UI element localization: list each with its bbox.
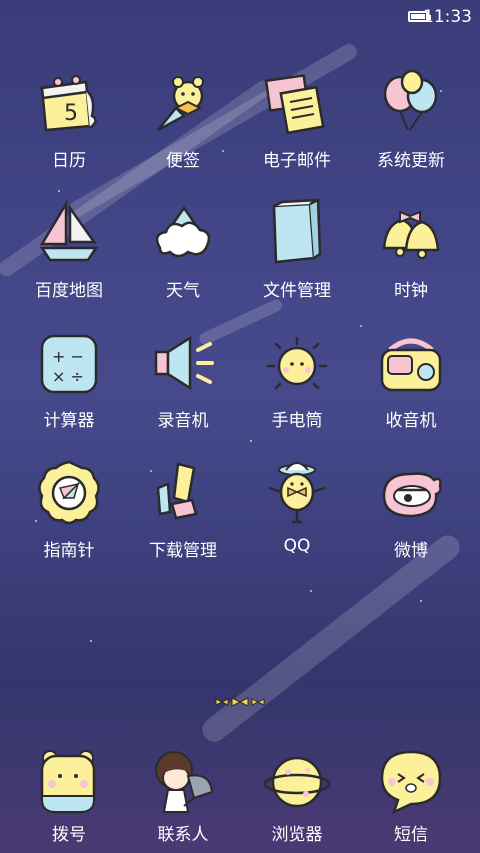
app-label: 文件管理	[263, 281, 331, 301]
app-label: 日历	[52, 151, 86, 171]
dock: 拨号 联系人 浏览器 短信	[12, 738, 468, 848]
app-label: 时钟	[394, 281, 428, 301]
svg-text:+ −: + −	[52, 347, 84, 366]
app-calendar[interactable]: 5 日历	[12, 58, 126, 188]
sailboat-icon	[39, 199, 99, 262]
chat-bubble-icon	[380, 750, 442, 815]
app-qq[interactable]: QQ	[240, 448, 354, 578]
cloud-icon	[155, 205, 211, 258]
app-label: 指南针	[43, 541, 95, 561]
app-baidu-map[interactable]: 百度地图	[12, 188, 126, 318]
app-browser[interactable]: 浏览器	[240, 738, 354, 848]
star	[310, 590, 312, 592]
calendar-icon: 5	[40, 75, 97, 132]
calculator-icon: + − × ÷	[40, 334, 98, 394]
app-weibo[interactable]: 微博	[354, 448, 468, 578]
calendar-day: 5	[64, 101, 78, 126]
star	[90, 640, 92, 642]
sun-icon	[266, 336, 328, 390]
bell-icon	[382, 210, 440, 259]
svg-text:× ÷: × ÷	[52, 367, 84, 386]
app-label: 拨号	[52, 825, 86, 845]
app-label: 百度地图	[35, 281, 103, 301]
email-icon	[264, 74, 325, 135]
app-file-manager[interactable]: 文件管理	[240, 188, 354, 318]
qq-icon	[268, 462, 326, 524]
notes-icon	[157, 76, 204, 132]
balloons-icon	[383, 69, 438, 131]
planet-icon	[263, 756, 331, 808]
app-label: 微博	[394, 541, 428, 561]
app-label: 系统更新	[377, 151, 445, 171]
app-label: 短信	[394, 825, 428, 845]
status-bar: 11:33	[0, 0, 480, 36]
star	[420, 600, 422, 602]
app-compass[interactable]: 指南针	[12, 448, 126, 578]
app-download-manager[interactable]: 下载管理	[126, 448, 240, 578]
app-label: 手电筒	[271, 411, 323, 431]
app-recorder[interactable]: 录音机	[126, 318, 240, 448]
app-radio[interactable]: 收音机	[354, 318, 468, 448]
app-label: 电子邮件	[263, 151, 331, 171]
app-label: 下载管理	[149, 541, 217, 561]
speaker-icon	[154, 335, 214, 391]
app-label: 录音机	[157, 411, 209, 431]
girl-contacts-icon	[155, 751, 214, 813]
weibo-icon	[382, 472, 442, 518]
download-icon	[156, 462, 198, 520]
app-label: 收音机	[385, 411, 437, 431]
compass-icon	[38, 460, 100, 525]
app-label: 浏览器	[271, 825, 323, 845]
page-indicator[interactable]	[214, 694, 266, 708]
app-label: 便签	[166, 151, 200, 171]
page-dot	[251, 698, 265, 706]
app-dialer[interactable]: 拨号	[12, 738, 126, 848]
app-system-update[interactable]: 系统更新	[354, 58, 468, 188]
app-label: QQ	[283, 536, 311, 556]
app-label: 天气	[166, 281, 200, 301]
status-time: 11:33	[423, 7, 472, 27]
page-dot-active	[231, 697, 249, 707]
app-clock[interactable]: 时钟	[354, 188, 468, 318]
app-email[interactable]: 电子邮件	[240, 58, 354, 188]
app-label: 联系人	[157, 825, 209, 845]
app-messages[interactable]: 短信	[354, 738, 468, 848]
app-flashlight[interactable]: 手电筒	[240, 318, 354, 448]
folder-icon	[272, 198, 322, 264]
app-calculator[interactable]: + − × ÷ 计算器	[12, 318, 126, 448]
app-notes[interactable]: 便签	[126, 58, 240, 188]
radio-icon	[380, 338, 442, 392]
app-label: 计算器	[43, 411, 95, 431]
app-weather[interactable]: 天气	[126, 188, 240, 318]
page-dot	[215, 698, 229, 706]
app-contacts[interactable]: 联系人	[126, 738, 240, 848]
bear-phone-icon	[40, 750, 96, 814]
